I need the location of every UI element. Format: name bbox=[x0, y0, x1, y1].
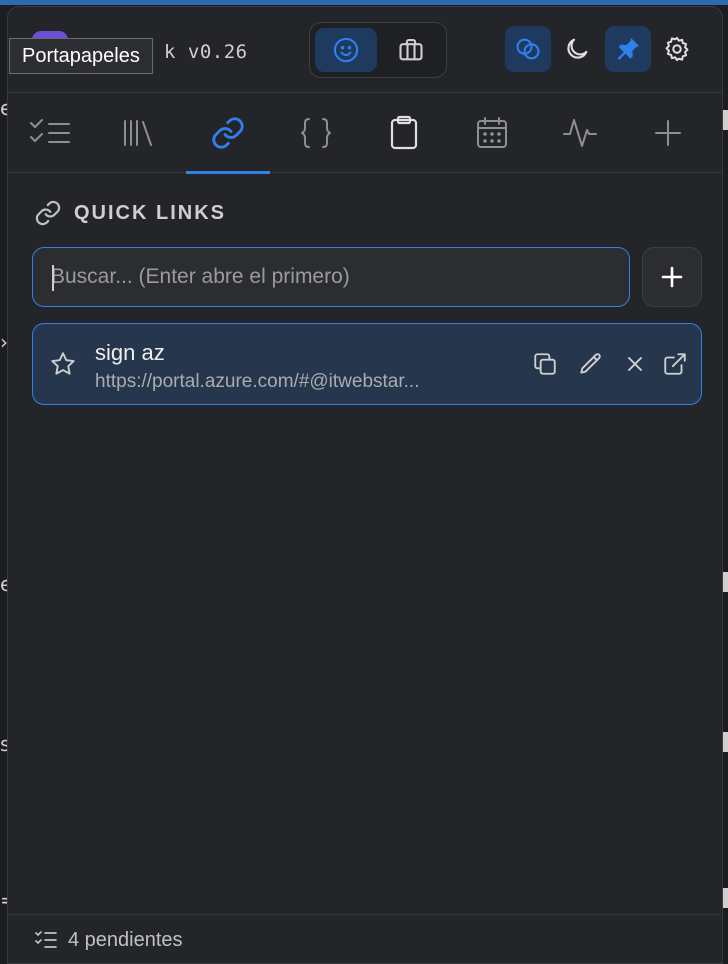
pin-window-button[interactable] bbox=[605, 26, 651, 72]
section-header: QUICK LINKS bbox=[34, 199, 226, 227]
tab-snippets[interactable] bbox=[274, 93, 358, 173]
moon-icon bbox=[563, 35, 591, 63]
external-link-icon bbox=[662, 351, 688, 377]
checklist-icon bbox=[27, 117, 73, 149]
pending-count: 4 pendientes bbox=[68, 928, 183, 951]
overlap-circles-icon bbox=[514, 35, 542, 63]
briefcase-icon bbox=[397, 36, 425, 64]
app-version: k v0.26 bbox=[164, 41, 248, 63]
link-icon bbox=[34, 199, 62, 227]
tab-library[interactable] bbox=[96, 93, 180, 173]
tooltip: Portapapeles bbox=[9, 38, 153, 74]
tab-clipboard[interactable] bbox=[362, 93, 446, 173]
braces-icon bbox=[300, 116, 332, 150]
app-panel: k v0.26 QUICK LINKS Buscar... (Enter abr… bbox=[7, 6, 723, 964]
mode-switcher bbox=[309, 22, 447, 78]
search-box bbox=[32, 247, 630, 307]
activity-icon bbox=[562, 116, 598, 150]
gear-icon bbox=[663, 35, 691, 63]
search-input[interactable] bbox=[51, 248, 629, 306]
close-icon bbox=[626, 355, 644, 373]
add-link-button[interactable] bbox=[642, 247, 702, 307]
edit-link-button[interactable] bbox=[573, 346, 609, 382]
link-url: https://portal.azure.com/#@itwebstar... bbox=[95, 371, 420, 392]
tab-links[interactable] bbox=[186, 93, 270, 174]
copy-link-button[interactable] bbox=[527, 346, 563, 382]
calendar-icon bbox=[475, 116, 509, 150]
link-title: sign az bbox=[95, 340, 165, 365]
pin-icon bbox=[614, 35, 642, 63]
settings-button[interactable] bbox=[654, 26, 700, 72]
library-icon bbox=[121, 117, 155, 149]
tab-calendar[interactable] bbox=[450, 93, 534, 173]
plus-icon bbox=[661, 266, 683, 288]
pencil-icon bbox=[578, 351, 604, 377]
dark-mode-button[interactable] bbox=[554, 26, 600, 72]
clipboard-icon bbox=[389, 115, 419, 151]
open-link-button[interactable] bbox=[657, 346, 693, 382]
overlap-toggle-button[interactable] bbox=[505, 26, 551, 72]
copy-icon bbox=[532, 351, 558, 377]
plus-icon bbox=[653, 118, 683, 148]
personal-mode-button[interactable] bbox=[315, 28, 377, 72]
text-caret bbox=[52, 265, 54, 291]
delete-link-button[interactable] bbox=[617, 346, 653, 382]
section-title: QUICK LINKS bbox=[74, 201, 226, 224]
tab-tasks[interactable] bbox=[8, 93, 92, 173]
tab-add[interactable] bbox=[626, 93, 710, 173]
list-item[interactable]: sign az https://portal.azure.com/#@itweb… bbox=[32, 323, 702, 405]
tab-activity[interactable] bbox=[538, 93, 622, 173]
favorite-star-icon[interactable] bbox=[49, 350, 77, 378]
tab-bar bbox=[8, 93, 722, 174]
smile-icon bbox=[332, 36, 360, 64]
checklist-icon bbox=[34, 929, 58, 951]
status-bar: 4 pendientes bbox=[8, 914, 722, 963]
work-mode-button[interactable] bbox=[380, 28, 442, 72]
link-icon bbox=[210, 115, 246, 151]
